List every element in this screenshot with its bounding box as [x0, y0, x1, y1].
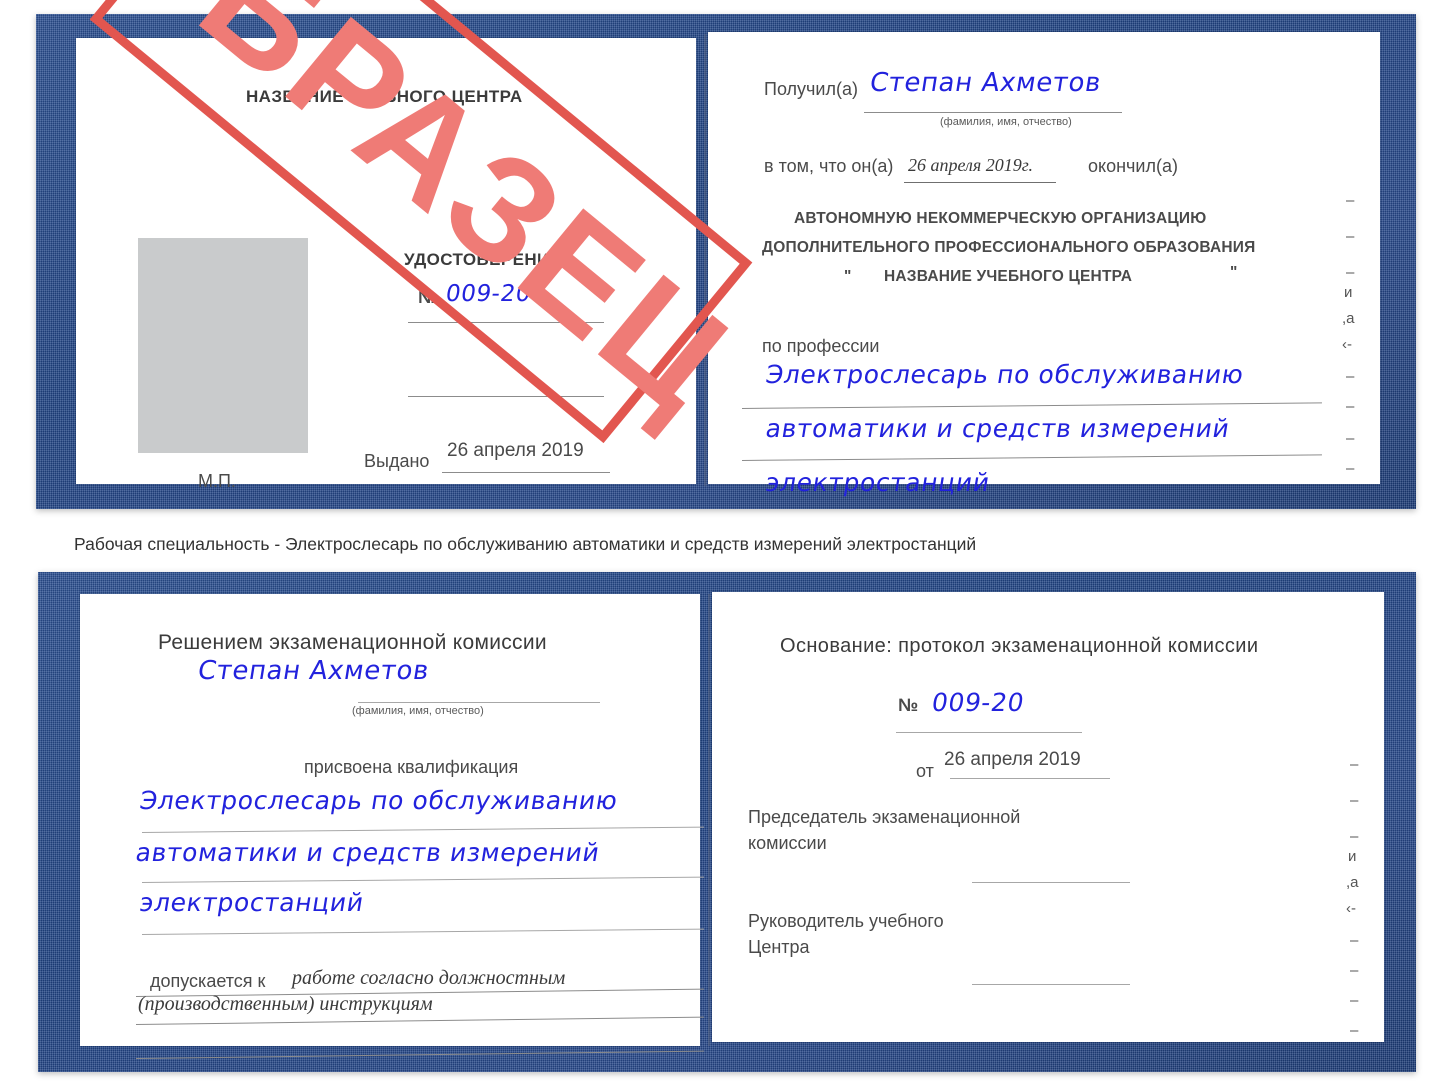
- certificate-bottom-left-page: Решением экзаменационной комиссии Степан…: [80, 594, 704, 1059]
- graduate-name-hint: (фамилия, имя, отчество): [352, 705, 484, 717]
- sample-watermark-text: ОБРАЗЕЦ: [78, 0, 765, 445]
- certificate-bottom-right-page: Основание: протокол экзаменационной коми…: [712, 592, 1384, 1042]
- qualification-line-3: электростанций: [137, 888, 367, 917]
- admitted-underline-3: [135, 1050, 704, 1059]
- protocol-date-underline: [950, 778, 1110, 779]
- chairman-line-1: Председатель экзаменационной: [748, 807, 1021, 827]
- certificate-bottom-book: Решением экзаменационной комиссии Степан…: [38, 572, 1416, 1072]
- protocol-number-underline: [896, 732, 1082, 733]
- qualification-line-1: Электрослесарь по обслуживанию: [137, 786, 620, 815]
- head-line-1: Руководитель учебного: [748, 911, 944, 931]
- watermark-layer: ОБРАЗЕЦ: [0, 0, 1448, 560]
- bottom-margin-glyph-9: –: [1350, 992, 1359, 1009]
- bottom-margin-glyph-6: ‹-: [1346, 900, 1356, 917]
- qualification-line-2: автоматики и средств измерений: [133, 838, 602, 867]
- chairman-line-2: комиссии: [748, 833, 827, 853]
- bottom-margin-glyph-4: и: [1348, 848, 1357, 865]
- protocol-number-value: 009-20: [929, 688, 1027, 717]
- sample-watermark-stamp: ОБРАЗЕЦ: [78, 0, 765, 444]
- qualification-label: присвоена квалификация: [304, 757, 519, 777]
- page-caption: Рабочая специальность - Электрослесарь п…: [74, 534, 977, 554]
- protocol-number-label: №: [898, 695, 919, 715]
- bottom-margin-glyph-2: –: [1350, 792, 1359, 809]
- head-line-2: Центра: [748, 937, 810, 957]
- graduate-name-value: Степан Ахметов: [195, 656, 432, 686]
- bottom-margin-glyph-5: ,а: [1346, 874, 1359, 891]
- head-signature-line: [972, 984, 1130, 985]
- admitted-label: допускается к: [150, 971, 266, 991]
- admitted-line-2: (производственным) инструкциям: [138, 993, 433, 1015]
- bottom-margin-glyph-10: –: [1350, 1022, 1359, 1039]
- protocol-date-label: от: [916, 761, 934, 781]
- qualification-underline-3: [141, 928, 704, 935]
- admitted-underline-2: [135, 1016, 704, 1025]
- bottom-margin-glyph-8: –: [1350, 962, 1359, 979]
- basis-label: Основание: протокол экзаменационной коми…: [780, 635, 1259, 657]
- graduate-name-underline: [358, 702, 600, 703]
- bottom-margin-glyph-7: –: [1350, 932, 1359, 949]
- protocol-date-value: 26 апреля 2019: [944, 749, 1081, 770]
- chairman-signature-line: [972, 882, 1130, 883]
- qualification-underline-1: [141, 826, 704, 833]
- admitted-line-1: работе согласно должностным: [292, 967, 566, 989]
- commission-decision-heading: Решением экзаменационной комиссии: [158, 631, 547, 654]
- book-spine-bottom: [708, 594, 710, 1046]
- qualification-underline-2: [141, 876, 704, 883]
- bottom-margin-glyph-3: –: [1350, 828, 1359, 845]
- bottom-margin-glyph-1: –: [1350, 756, 1359, 773]
